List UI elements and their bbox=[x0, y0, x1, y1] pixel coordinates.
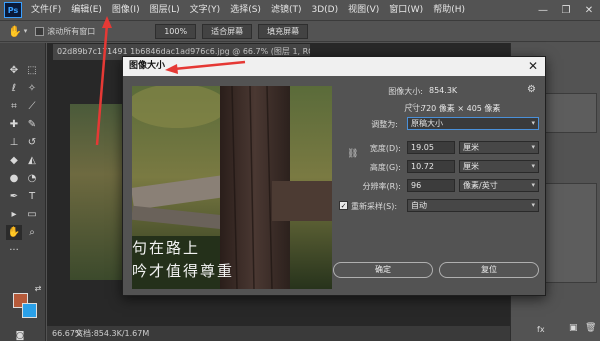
hand-tool-icon[interactable]: ✋ bbox=[8, 25, 22, 38]
height-label: 高度(G): bbox=[369, 163, 401, 172]
healing-brush-icon[interactable]: ✚ bbox=[6, 117, 22, 132]
resolution-label: 分辨率(R): bbox=[362, 182, 402, 191]
resize-to-select[interactable]: 原稿大小 ▾ bbox=[407, 117, 539, 130]
scroll-all-windows-checkbox[interactable] bbox=[35, 26, 45, 36]
menu-type[interactable]: 文字(Y) bbox=[185, 0, 226, 20]
status-bar: 66.67% 文档:854.3K/1.67M bbox=[47, 326, 510, 341]
history-brush-icon[interactable]: ↺ bbox=[24, 135, 40, 150]
background-color-swatch[interactable] bbox=[22, 303, 37, 318]
menu-3d[interactable]: 3D(D) bbox=[306, 0, 343, 20]
chevron-down-icon: ▾ bbox=[531, 143, 535, 151]
magic-wand-icon[interactable]: ✧ bbox=[24, 81, 40, 96]
menu-bar: Ps 文件(F) 编辑(E) 图像(I) 图层(L) 文字(Y) 选择(S) 滤… bbox=[0, 0, 600, 20]
fit-screen-button[interactable]: 适合屏幕 bbox=[202, 23, 253, 39]
chevron-down-icon: ▾ bbox=[531, 181, 535, 189]
marquee-tool-icon[interactable]: ⬚ bbox=[24, 63, 40, 78]
resample-label: 重新采样(S): bbox=[351, 202, 398, 211]
photoshop-window: Ps 文件(F) 编辑(E) 图像(I) 图层(L) 文字(Y) 选择(S) 滤… bbox=[0, 0, 600, 341]
reset-button[interactable]: 复位 bbox=[439, 262, 539, 278]
rectangle-tool-icon[interactable]: ▭ bbox=[24, 207, 40, 222]
photo-caption-line-2: 吟才值得尊重 bbox=[132, 262, 235, 280]
image-size-label: 图像大小: bbox=[388, 87, 423, 96]
menu-filter[interactable]: 滤镜(T) bbox=[266, 0, 307, 20]
height-input[interactable]: 10.72 bbox=[407, 160, 455, 173]
width-input[interactable]: 19.05 bbox=[407, 141, 455, 154]
quick-mask-icon[interactable]: ◙ bbox=[12, 329, 28, 341]
dialog-close-button[interactable]: ✕ bbox=[526, 59, 540, 73]
hand-tool-active-icon[interactable]: ✋ bbox=[6, 225, 22, 240]
type-tool-icon[interactable]: T bbox=[24, 189, 40, 204]
resample-select[interactable]: 自动 ▾ bbox=[407, 199, 539, 212]
photo-caption-line-1: 句在路上 bbox=[132, 239, 201, 257]
minimize-button[interactable]: — bbox=[532, 0, 554, 20]
zoom-100-button[interactable]: 100% bbox=[155, 23, 197, 39]
dimensions-value: 720 像素 × 405 像素 bbox=[421, 104, 501, 113]
new-layer-icon[interactable]: ▣ bbox=[569, 323, 578, 333]
chevron-down-icon[interactable]: ▾ bbox=[24, 27, 28, 35]
eraser-icon[interactable]: ◆ bbox=[6, 153, 22, 168]
height-unit-value: 厘米 bbox=[463, 162, 479, 171]
menu-view[interactable]: 视图(V) bbox=[343, 0, 384, 20]
menu-edit[interactable]: 编辑(E) bbox=[66, 0, 107, 20]
menu-help[interactable]: 帮助(H) bbox=[428, 0, 470, 20]
dialog-title: 图像大小 bbox=[123, 57, 545, 76]
resample-value: 自动 bbox=[411, 201, 427, 210]
chevron-down-icon: ▾ bbox=[531, 119, 535, 127]
menu-layer[interactable]: 图层(L) bbox=[145, 0, 185, 20]
dimensions-chevron-icon[interactable]: ﹀ bbox=[409, 102, 416, 112]
blur-tool-icon[interactable]: ● bbox=[6, 171, 22, 186]
gear-icon[interactable]: ⚙ bbox=[527, 84, 536, 95]
image-size-dialog: 图像大小 ✕ 句在路上 吟才值得尊重 图像大小: 854.3K ⚙ 尺寸: ﹀ … bbox=[122, 56, 546, 296]
chevron-down-icon: ▾ bbox=[531, 162, 535, 170]
image-preview[interactable]: 句在路上 吟才值得尊重 bbox=[132, 86, 332, 289]
resample-checkbox[interactable]: ✓ bbox=[339, 201, 348, 210]
options-bar: ✋ ▾ 滚动所有窗口 100% 适合屏幕 填充屏幕 bbox=[0, 20, 600, 42]
clone-stamp-icon[interactable]: ⊥ bbox=[6, 135, 22, 150]
dodge-tool-icon[interactable]: ◔ bbox=[24, 171, 40, 186]
brush-tool-icon[interactable]: ✎ bbox=[24, 117, 40, 132]
menu-image[interactable]: 图像(I) bbox=[107, 0, 145, 20]
maximize-button[interactable]: ❐ bbox=[555, 0, 577, 20]
resolution-input[interactable]: 96 bbox=[407, 179, 455, 192]
menu-window[interactable]: 窗口(W) bbox=[384, 0, 428, 20]
width-unit-select[interactable]: 厘米 ▾ bbox=[459, 141, 539, 154]
move-tool-icon[interactable]: ✥ bbox=[6, 63, 22, 78]
resize-to-label: 调整为: bbox=[371, 120, 398, 129]
zoom-tool-icon[interactable]: ⌕ bbox=[24, 225, 40, 240]
fx-icon[interactable]: fx bbox=[537, 325, 545, 334]
document-canvas[interactable] bbox=[70, 104, 130, 280]
preview-photo bbox=[132, 86, 332, 289]
path-select-icon[interactable]: ▸ bbox=[6, 207, 22, 222]
ok-button[interactable]: 确定 bbox=[333, 262, 433, 278]
resize-to-value: 原稿大小 bbox=[411, 119, 443, 128]
tools-panel: ✥ ⬚ ℓ ✧ ⌗ ⟋ ✚ ✎ ⊥ ↺ ◆ ◭ ● ◔ ✒ T ▸ ▭ ✋ ⌕ … bbox=[0, 43, 46, 341]
photoshop-logo: Ps bbox=[4, 2, 22, 18]
close-app-button[interactable]: ✕ bbox=[578, 0, 600, 20]
resolution-unit-select[interactable]: 像素/英寸 ▾ bbox=[459, 179, 539, 192]
lasso-tool-icon[interactable]: ℓ bbox=[6, 81, 22, 96]
width-label: 宽度(D): bbox=[369, 144, 401, 153]
delete-layer-icon[interactable]: 🗑 bbox=[585, 323, 596, 333]
swap-colors-icon[interactable]: ⇄ bbox=[30, 281, 46, 296]
menu-file[interactable]: 文件(F) bbox=[26, 0, 66, 20]
image-size-value: 854.3K bbox=[429, 86, 458, 95]
chevron-down-icon: ▾ bbox=[531, 201, 535, 209]
eyedropper-icon[interactable]: ⟋ bbox=[24, 99, 40, 114]
menu-select[interactable]: 选择(S) bbox=[225, 0, 266, 20]
resolution-unit-value: 像素/英寸 bbox=[463, 181, 498, 190]
fill-screen-button[interactable]: 填充屏幕 bbox=[258, 23, 309, 39]
pen-tool-icon[interactable]: ✒ bbox=[6, 189, 22, 204]
height-unit-select[interactable]: 厘米 ▾ bbox=[459, 160, 539, 173]
paint-bucket-icon[interactable]: ◭ bbox=[24, 153, 40, 168]
document-info: 文档:854.3K/1.67M bbox=[75, 329, 150, 338]
crop-tool-icon[interactable]: ⌗ bbox=[6, 99, 22, 114]
more-tools-icon[interactable]: ··· bbox=[6, 243, 22, 258]
width-unit-value: 厘米 bbox=[463, 143, 479, 152]
scroll-all-windows-label: 滚动所有窗口 bbox=[47, 26, 96, 36]
